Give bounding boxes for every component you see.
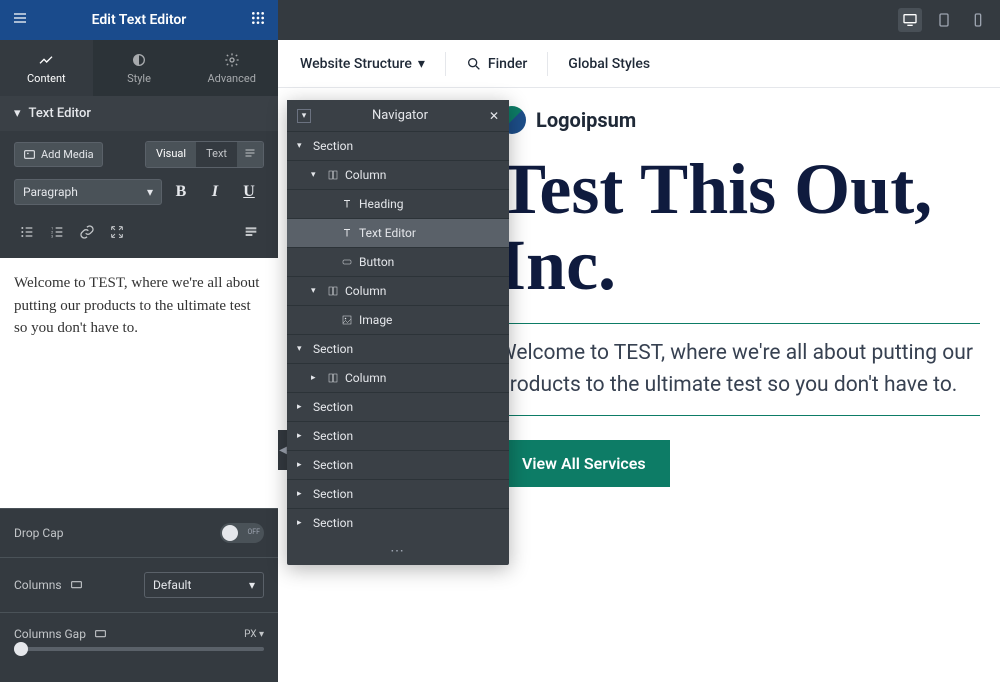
column-icon (327, 285, 339, 297)
navigator-panel: ▾ Navigator ✕ ▾Section▾ColumnHeadingText… (287, 100, 509, 565)
italic-button[interactable]: I (200, 178, 230, 206)
hero-subtitle: Welcome to TEST, where we're all about p… (498, 323, 980, 416)
navigator-item[interactable]: ▾Column (287, 276, 509, 305)
tab-content[interactable]: Content (0, 40, 93, 96)
navigator-item[interactable]: Image (287, 305, 509, 334)
bold-button[interactable]: B (166, 178, 196, 206)
desktop-icon (70, 579, 83, 592)
mobile-view-icon[interactable] (966, 8, 990, 32)
section-text-editor[interactable]: ▾Text Editor (0, 96, 278, 131)
toolbar-toggle-icon[interactable] (238, 220, 264, 244)
navigator-item[interactable]: ▸Section (287, 479, 509, 508)
tab-style[interactable]: Style (93, 40, 186, 96)
underline-button[interactable]: U (234, 178, 264, 206)
global-styles-button[interactable]: Global Styles (568, 56, 650, 72)
text-tab[interactable]: Text (196, 142, 237, 167)
columns-select[interactable]: Default▾ (144, 572, 264, 598)
column-icon (327, 372, 339, 384)
caret-down-icon: ▾ (297, 141, 307, 151)
drop-cap-toggle[interactable]: OFF (220, 523, 264, 543)
fullscreen-icon[interactable] (104, 220, 130, 244)
hero-title: Test This Out, Inc. (498, 152, 980, 303)
caret-right-icon: ▸ (297, 460, 307, 470)
paragraph-select[interactable]: Paragraph▾ (14, 179, 162, 205)
navigator-item[interactable]: ▸Column (287, 363, 509, 392)
navigator-item[interactable]: ▾Column (287, 160, 509, 189)
caret-right-icon: ▸ (297, 431, 307, 441)
navigator-item[interactable]: ▸Section (287, 392, 509, 421)
text-icon (341, 227, 353, 239)
add-media-button[interactable]: Add Media (14, 142, 103, 167)
caret-right-icon: ▸ (297, 489, 307, 499)
desktop-view-icon[interactable] (898, 8, 922, 32)
svg-text:3: 3 (51, 233, 53, 238)
logo-text: Logoipsum (536, 108, 636, 132)
menu-icon[interactable] (12, 10, 28, 30)
navigator-resize-handle[interactable]: ⋯ (287, 537, 509, 565)
text-icon (341, 198, 353, 210)
caret-right-icon: ▸ (297, 402, 307, 412)
caret-down-icon: ▾ (297, 344, 307, 354)
chevron-down-icon: ▾ (147, 185, 153, 199)
navigator-item[interactable]: ▸Section (287, 450, 509, 479)
caret-down-icon: ▾ (311, 170, 321, 180)
columns-label: Columns (14, 578, 62, 592)
panel-title: Edit Text Editor (92, 12, 187, 28)
caret-right-icon: ▸ (311, 373, 321, 383)
navigator-item[interactable]: Text Editor (287, 218, 509, 247)
caret-down-icon: ▾ (14, 106, 21, 121)
website-structure-button[interactable]: Website Structure▾ (300, 56, 425, 72)
columns-gap-slider[interactable] (14, 647, 264, 651)
chevron-down-icon: ▾ (418, 56, 425, 72)
navigator-item[interactable]: ▾Section (287, 131, 509, 160)
image-icon (341, 314, 353, 326)
bullet-list-icon[interactable] (14, 220, 40, 244)
caret-down-icon: ▾ (311, 286, 321, 296)
navigator-item[interactable]: ▸Section (287, 421, 509, 450)
link-icon[interactable] (74, 220, 100, 244)
close-icon[interactable]: ✕ (489, 109, 499, 123)
button-icon (341, 256, 353, 268)
column-icon (327, 169, 339, 181)
text-editor-content[interactable]: Welcome to TEST, where we're all about p… (0, 258, 278, 508)
drop-cap-label: Drop Cap (14, 526, 63, 540)
navigator-item[interactable]: ▾Section (287, 334, 509, 363)
navigator-item[interactable]: Heading (287, 189, 509, 218)
navigator-item[interactable]: ▸Section (287, 508, 509, 537)
desktop-icon (94, 628, 107, 641)
numbered-list-icon[interactable]: 123 (44, 220, 70, 244)
apps-grid-icon[interactable] (250, 10, 266, 30)
columns-gap-label: Columns Gap (14, 627, 86, 641)
visual-tab[interactable]: Visual (146, 142, 196, 167)
chevron-down-icon: ▾ (249, 578, 255, 592)
navigator-title: Navigator (372, 108, 428, 123)
toolbar-toggle-icon[interactable] (237, 142, 263, 167)
tab-advanced[interactable]: Advanced (185, 40, 278, 96)
view-services-button[interactable]: View All Services (498, 440, 670, 487)
finder-button[interactable]: Finder (466, 56, 527, 72)
caret-right-icon: ▸ (297, 518, 307, 528)
minimize-icon[interactable]: ▾ (297, 109, 311, 123)
navigator-item[interactable]: Button (287, 247, 509, 276)
tablet-view-icon[interactable] (932, 8, 956, 32)
